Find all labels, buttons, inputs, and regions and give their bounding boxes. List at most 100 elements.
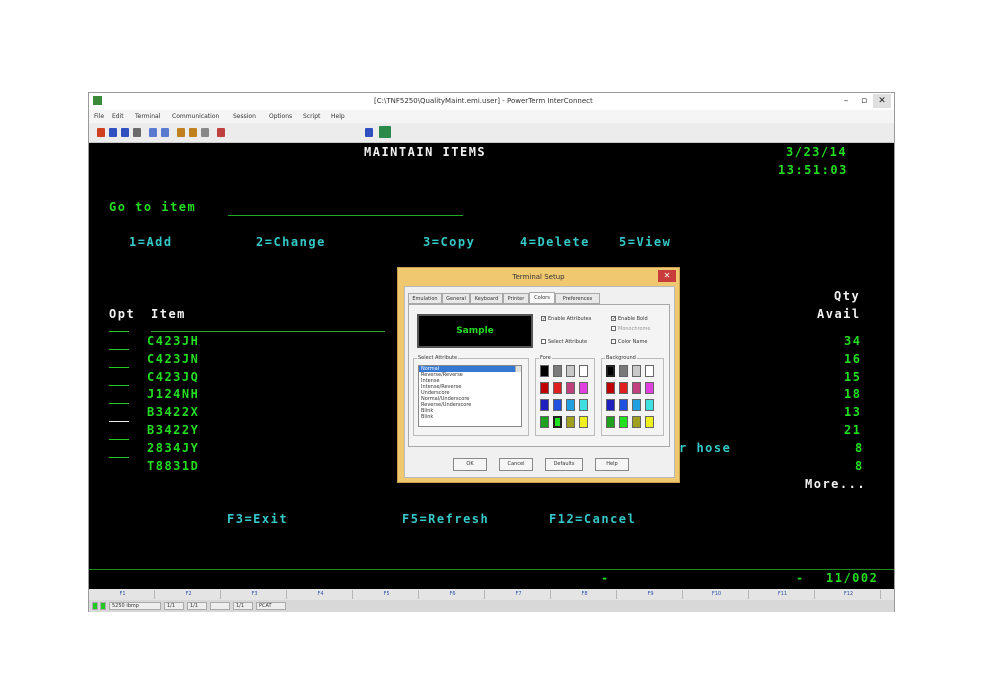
tab-printer[interactable]: Printer — [503, 293, 529, 304]
menu-file[interactable]: File — [94, 113, 104, 120]
menu-communication[interactable]: Communication — [172, 113, 219, 120]
foreground-color-swatch[interactable] — [553, 399, 562, 411]
print-icon[interactable] — [133, 128, 141, 137]
background-color-swatch[interactable] — [632, 416, 641, 428]
tab-keyboard[interactable]: Keyboard — [470, 293, 503, 304]
foreground-color-swatch[interactable] — [553, 416, 562, 428]
foreground-color-swatch[interactable] — [540, 416, 549, 428]
background-color-swatch[interactable] — [645, 382, 654, 394]
opt-field[interactable] — [109, 349, 129, 350]
tab-general[interactable]: General — [442, 293, 470, 304]
foreground-color-swatch[interactable] — [579, 382, 588, 394]
monochrome-checkbox[interactable]: Monochrome — [611, 326, 650, 332]
restore-button[interactable]: ▫ — [855, 94, 873, 108]
menu-session[interactable]: Session — [233, 113, 256, 120]
fkey-refresh[interactable]: F5=Refresh — [402, 512, 489, 526]
background-color-swatch[interactable] — [606, 365, 615, 377]
background-color-swatch[interactable] — [632, 365, 641, 377]
checkbox-box[interactable] — [611, 326, 616, 331]
background-color-swatch[interactable] — [619, 399, 628, 411]
paste-icon[interactable] — [161, 128, 169, 137]
minimize-button[interactable]: – — [837, 94, 855, 108]
cancel-button[interactable]: Cancel — [499, 458, 533, 471]
fkey-button-f2[interactable]: F2 — [157, 590, 221, 599]
foreground-color-swatch[interactable] — [566, 382, 575, 394]
color-name-checkbox[interactable]: Color Name — [611, 339, 647, 345]
fkey-exit[interactable]: F3=Exit — [227, 512, 288, 526]
opt-field[interactable] — [109, 439, 129, 440]
fkey-button-f8[interactable]: F8 — [553, 590, 617, 599]
fkey-cancel[interactable]: F12=Cancel — [549, 512, 636, 526]
fkey-button-f9[interactable]: F9 — [619, 590, 683, 599]
macro-icon[interactable] — [365, 128, 373, 137]
menu-options[interactable]: Options — [269, 113, 292, 120]
checkbox-box[interactable]: ✓ — [541, 316, 546, 322]
background-color-swatch[interactable] — [632, 382, 641, 394]
send-file-icon[interactable] — [189, 128, 197, 137]
fkey-button-f6[interactable]: F6 — [421, 590, 485, 599]
foreground-color-swatch[interactable] — [540, 399, 549, 411]
tab-preferences[interactable]: Preferences — [555, 293, 600, 304]
fkey-button-f4[interactable]: F4 — [289, 590, 353, 599]
foreground-color-swatch[interactable] — [553, 365, 562, 377]
attribute-scrollbar[interactable] — [515, 366, 521, 372]
menu-help[interactable]: Help — [331, 113, 345, 120]
help-button[interactable]: Help — [595, 458, 629, 471]
background-color-swatch[interactable] — [606, 416, 615, 428]
tab-colors[interactable]: Colors — [529, 292, 555, 304]
background-color-swatch[interactable] — [632, 399, 641, 411]
fkey-button-f12[interactable]: F12 — [817, 590, 881, 599]
foreground-color-swatch[interactable] — [553, 382, 562, 394]
enable-bold-checkbox[interactable]: ✓ Enable Bold — [611, 316, 648, 322]
opt-field[interactable] — [109, 331, 129, 332]
foreground-color-swatch[interactable] — [579, 399, 588, 411]
foreground-color-swatch[interactable] — [566, 365, 575, 377]
checkbox-box[interactable] — [541, 339, 546, 344]
checkbox-box[interactable] — [611, 339, 616, 344]
keyboard-map-icon[interactable] — [379, 126, 391, 138]
opt-field-cursor[interactable] — [109, 421, 129, 422]
connect-icon[interactable] — [109, 128, 117, 137]
background-color-swatch[interactable] — [606, 399, 615, 411]
title-bar[interactable]: [C:\TNF5250\QualityMaint.emi.user] - Pow… — [89, 93, 894, 110]
copy-icon[interactable] — [149, 128, 157, 137]
background-color-swatch[interactable] — [606, 382, 615, 394]
background-color-swatch[interactable] — [619, 382, 628, 394]
attribute-list[interactable]: Normal Reverse/Reverse Intense Intense/R… — [418, 365, 522, 427]
opt-field[interactable] — [109, 385, 129, 386]
menu-edit[interactable]: Edit — [112, 113, 124, 120]
background-color-swatch[interactable] — [619, 365, 628, 377]
foreground-color-swatch[interactable] — [540, 382, 549, 394]
tab-emulation[interactable]: Emulation — [408, 293, 442, 304]
select-attribute-checkbox[interactable]: Select Attribute — [541, 339, 587, 345]
transfer-icon[interactable] — [201, 128, 209, 137]
enable-attributes-checkbox[interactable]: ✓ Enable Attributes — [541, 316, 591, 322]
disconnect-icon[interactable] — [121, 128, 129, 137]
background-color-swatch[interactable] — [619, 416, 628, 428]
foreground-color-swatch[interactable] — [566, 416, 575, 428]
background-color-swatch[interactable] — [645, 365, 654, 377]
fkey-button-f7[interactable]: F7 — [487, 590, 551, 599]
checkbox-box[interactable]: ✓ — [611, 316, 616, 322]
foreground-color-swatch[interactable] — [579, 365, 588, 377]
go-to-item-field[interactable] — [228, 215, 463, 216]
background-color-swatch[interactable] — [645, 416, 654, 428]
opt-field[interactable] — [109, 403, 129, 404]
fkey-button-f3[interactable]: F3 — [223, 590, 287, 599]
opt-field[interactable] — [109, 457, 129, 458]
opt-field[interactable] — [109, 367, 129, 368]
menu-script[interactable]: Script — [303, 113, 320, 120]
foreground-color-swatch[interactable] — [540, 365, 549, 377]
close-button[interactable]: ✕ — [873, 94, 891, 108]
fkey-button-f10[interactable]: F10 — [685, 590, 749, 599]
dialog-close-button[interactable]: ✕ — [658, 270, 676, 282]
menu-terminal[interactable]: Terminal — [135, 113, 160, 120]
receive-file-icon[interactable] — [177, 128, 185, 137]
fkey-button-f1[interactable]: F1 — [91, 590, 155, 599]
foreground-color-swatch[interactable] — [566, 399, 575, 411]
defaults-button[interactable]: Defaults — [545, 458, 583, 471]
foreground-color-swatch[interactable] — [579, 416, 588, 428]
ok-button[interactable]: OK — [453, 458, 487, 471]
open-icon[interactable] — [97, 128, 105, 137]
list-item[interactable]: Blink — [419, 414, 521, 420]
